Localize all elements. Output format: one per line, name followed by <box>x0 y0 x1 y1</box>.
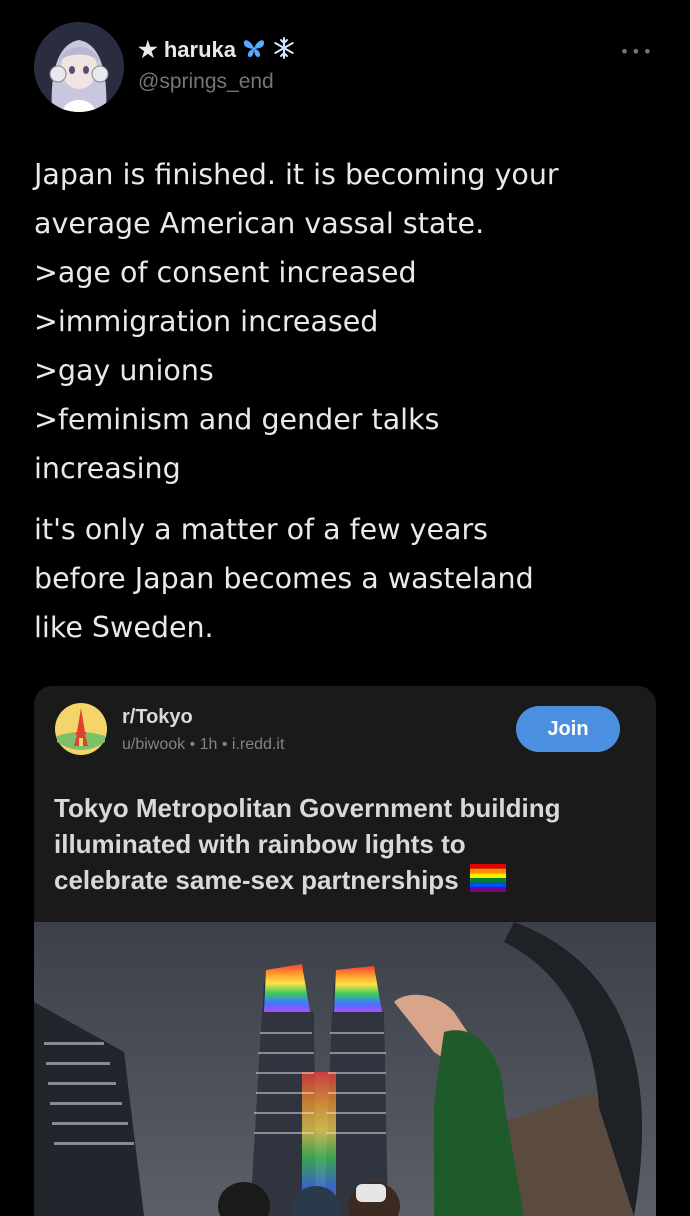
post-title-line: Tokyo Metropolitan Government building <box>54 793 561 823</box>
post-image[interactable] <box>34 922 656 1216</box>
snowflake-icon <box>272 36 296 64</box>
tweet-line: it's only a matter of a few years <box>34 513 489 546</box>
post-title-line: illuminated with rainbow lights to <box>54 829 466 859</box>
avatar[interactable] <box>34 22 124 112</box>
tweet-line: >immigration increased <box>34 305 379 338</box>
tweet-text: Japan is finished. it is becoming your a… <box>34 150 664 652</box>
tweet-line: before Japan becomes a wasteland <box>34 562 534 595</box>
author-name[interactable]: ★ haruka <box>138 37 236 63</box>
post-meta: u/biwook • 1h • i.redd.it <box>122 736 285 753</box>
tweet-header: ★ haruka @springs_end ••• <box>34 22 658 114</box>
post-title[interactable]: Tokyo Metropolitan Government building i… <box>54 790 644 901</box>
subreddit-icon[interactable] <box>54 702 108 756</box>
tweet-line: >feminism and gender talks <box>34 403 440 436</box>
tweet-line: average American vassal state. <box>34 207 485 240</box>
more-dots-icon[interactable]: ••• <box>620 42 654 61</box>
butterfly-icon <box>242 37 266 63</box>
tweet-line: >gay unions <box>34 354 214 387</box>
tweet-line: Japan is finished. it is becoming your <box>34 158 559 191</box>
rainbow-flag-icon <box>469 863 506 901</box>
join-button[interactable]: Join <box>516 706 620 752</box>
embedded-reddit-card[interactable]: r/Tokyo u/biwook • 1h • i.redd.it Join T… <box>34 686 656 1216</box>
subreddit-name[interactable]: r/Tokyo <box>122 706 193 729</box>
tweet-line: increasing <box>34 452 181 485</box>
tweet-line: like Sweden. <box>34 611 214 644</box>
author-name-row: ★ haruka <box>138 36 296 64</box>
tweet-line: >age of consent increased <box>34 256 417 289</box>
post-title-line: celebrate same-sex partnerships <box>54 865 459 895</box>
author-handle[interactable]: @springs_end <box>138 70 274 94</box>
